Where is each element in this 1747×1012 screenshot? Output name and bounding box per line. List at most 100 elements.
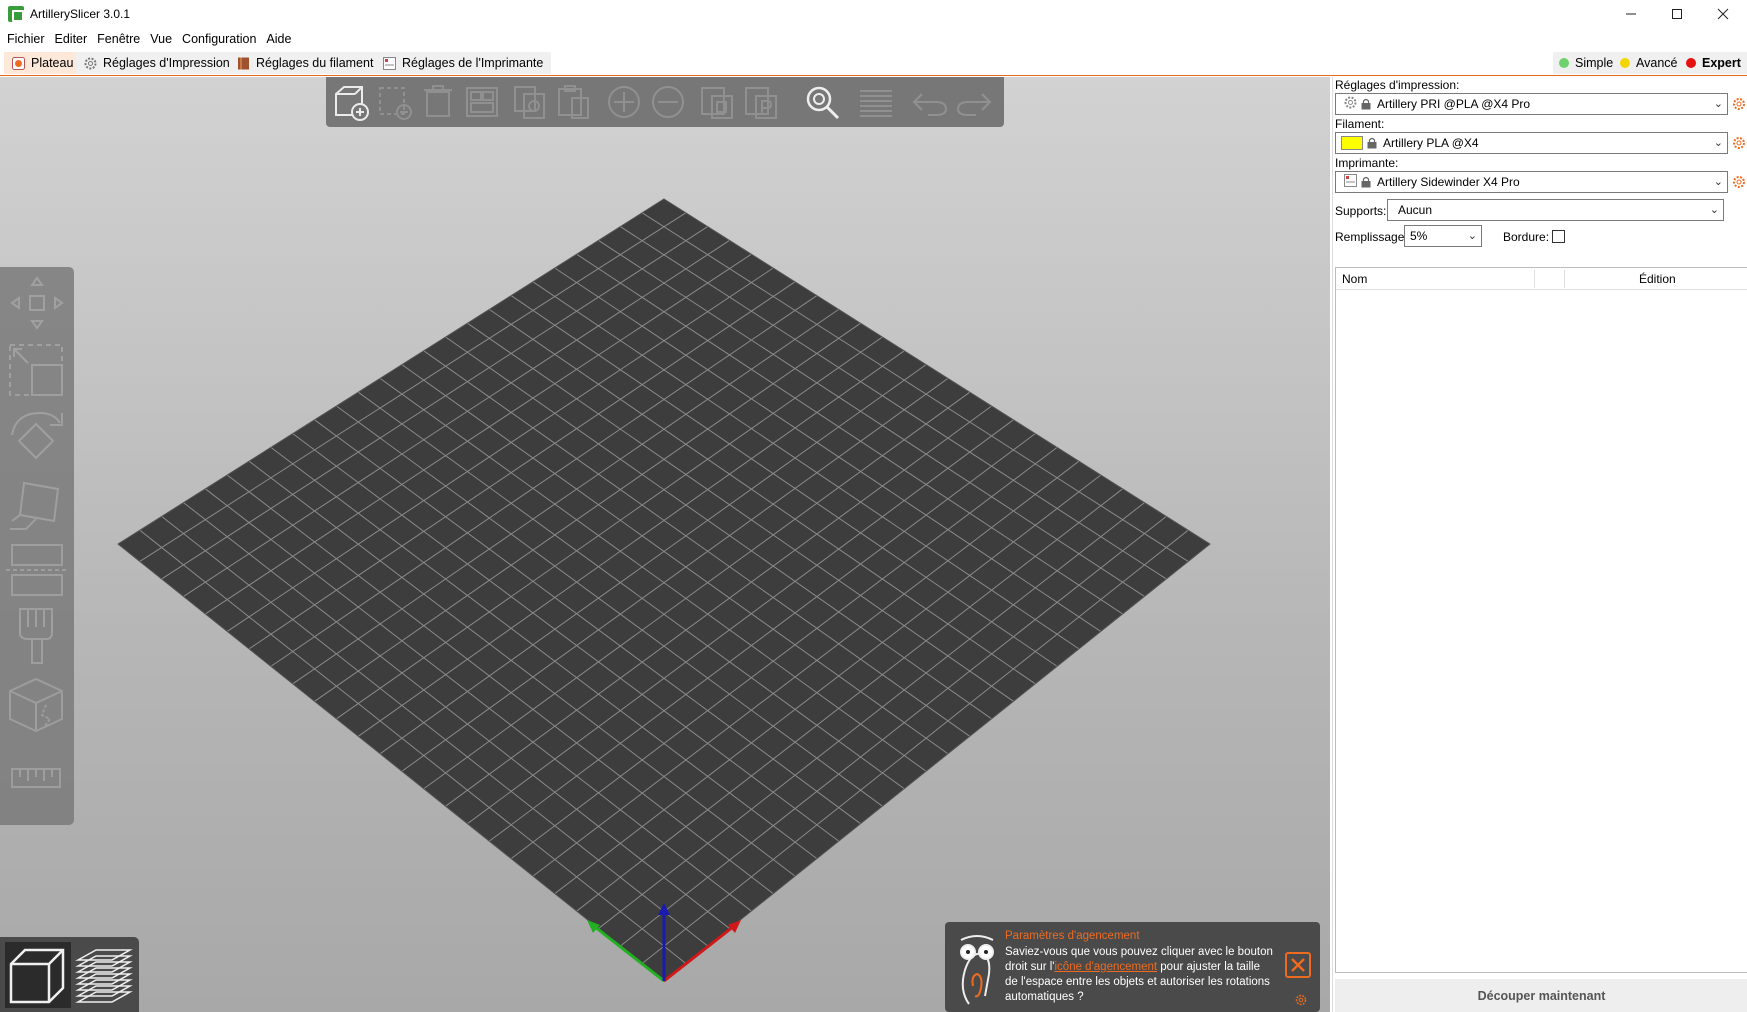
supports-value: Aucun bbox=[1398, 203, 1433, 217]
axes-gizmo bbox=[587, 903, 741, 983]
mode-simple[interactable]: Simple bbox=[1553, 52, 1620, 74]
x-axis bbox=[663, 921, 739, 983]
maximize-icon[interactable] bbox=[1654, 0, 1700, 28]
menu-edit[interactable]: Editer bbox=[50, 28, 93, 50]
notification-body: Saviez-vous que vous pouvez cliquer avec… bbox=[1005, 945, 1275, 1005]
notification-settings-gear-icon[interactable] bbox=[1295, 994, 1307, 1006]
measure-icon[interactable] bbox=[6, 747, 68, 809]
layers-editing-icon[interactable] bbox=[856, 82, 896, 122]
printer-value: Artillery Sidewinder X4 Pro bbox=[1377, 175, 1520, 189]
move-icon[interactable] bbox=[6, 272, 68, 334]
column-name[interactable]: Nom bbox=[1342, 272, 1367, 286]
lock-icon bbox=[1361, 176, 1371, 188]
search-icon[interactable] bbox=[802, 82, 842, 122]
spool-icon bbox=[237, 57, 250, 70]
arrange-icon[interactable] bbox=[462, 82, 502, 122]
remove-instance-icon[interactable] bbox=[648, 82, 688, 122]
printer-combo[interactable]: Artillery Sidewinder X4 Pro ⌄ bbox=[1335, 171, 1728, 193]
y-axis bbox=[589, 921, 665, 983]
chevron-down-icon: ⌄ bbox=[1713, 176, 1723, 188]
infill-value: 5% bbox=[1410, 229, 1428, 243]
filament-combo[interactable]: Artillery PLA @X4 ⌄ bbox=[1335, 132, 1728, 154]
chevron-down-icon: ⌄ bbox=[1467, 230, 1477, 242]
tab-plater-label: Plateau bbox=[31, 56, 74, 70]
minimize-icon[interactable] bbox=[1608, 0, 1654, 28]
object-list-header: Nom Édition bbox=[1336, 268, 1747, 290]
menu-help[interactable]: Aide bbox=[261, 28, 296, 50]
top-toolbar bbox=[326, 77, 1004, 127]
window-title: ArtillerySlicer 3.0.1 bbox=[30, 7, 131, 21]
menu-configuration[interactable]: Configuration bbox=[177, 28, 261, 50]
hint-mascot-icon bbox=[960, 935, 994, 1005]
scale-icon[interactable] bbox=[6, 339, 68, 401]
filament-edit-gear-icon[interactable] bbox=[1732, 136, 1746, 150]
tab-filament-settings[interactable]: Réglages du filament bbox=[229, 52, 382, 74]
infill-combo[interactable]: 5% ⌄ bbox=[1404, 225, 1482, 247]
copy-icon[interactable] bbox=[510, 82, 550, 122]
column-divider bbox=[1534, 270, 1535, 288]
mode-expert-label: Expert bbox=[1702, 56, 1741, 70]
chevron-down-icon: ⌄ bbox=[1709, 204, 1719, 216]
rotate-icon[interactable] bbox=[6, 407, 68, 469]
undo-icon[interactable] bbox=[910, 82, 950, 122]
seam-painting-icon[interactable] bbox=[6, 675, 68, 737]
add-instance-icon[interactable] bbox=[604, 82, 644, 122]
print-settings-edit-gear-icon[interactable] bbox=[1732, 97, 1746, 111]
printer-icon bbox=[383, 56, 396, 70]
menu-file[interactable]: Fichier bbox=[2, 28, 50, 50]
notification-close-button[interactable] bbox=[1285, 952, 1311, 978]
paint-supports-icon[interactable] bbox=[6, 605, 68, 667]
menu-window[interactable]: Fenêtre bbox=[92, 28, 145, 50]
chevron-down-icon: ⌄ bbox=[1713, 98, 1723, 110]
split-parts-icon[interactable] bbox=[742, 82, 782, 122]
print-gear-icon bbox=[1344, 96, 1357, 112]
title-bar: ArtillerySlicer 3.0.1 bbox=[0, 0, 1747, 28]
column-divider bbox=[1564, 270, 1565, 288]
close-icon bbox=[1291, 958, 1305, 972]
left-gizmo-toolbar bbox=[0, 267, 74, 825]
tab-printer-settings-label: Réglages de l'Imprimante bbox=[402, 56, 544, 70]
supports-combo[interactable]: Aucun ⌄ bbox=[1387, 199, 1724, 221]
paste-icon[interactable] bbox=[554, 82, 594, 122]
lock-icon bbox=[1367, 137, 1377, 149]
add-icon[interactable] bbox=[330, 82, 370, 122]
print-settings-value: Artillery PRI @PLA @X4 Pro bbox=[1377, 97, 1531, 111]
close-icon[interactable] bbox=[1700, 0, 1746, 28]
brim-checkbox[interactable] bbox=[1552, 230, 1565, 243]
3d-view-icon[interactable] bbox=[5, 942, 71, 1008]
infill-label: Remplissage: bbox=[1335, 230, 1408, 244]
delete-icon[interactable] bbox=[374, 82, 414, 122]
tab-print-settings[interactable]: Réglages d'Impression bbox=[76, 52, 238, 74]
tab-filament-settings-label: Réglages du filament bbox=[256, 56, 374, 70]
arrange-icon-link[interactable]: icône d'agencement bbox=[1055, 961, 1158, 973]
mode-expert[interactable]: Expert bbox=[1680, 52, 1747, 74]
menu-bar: Fichier Editer Fenêtre Vue Configuration… bbox=[0, 28, 1747, 50]
app-logo-icon bbox=[8, 6, 24, 22]
tab-plater[interactable]: Plateau bbox=[4, 52, 82, 74]
split-objects-icon[interactable] bbox=[698, 82, 738, 122]
redo-icon[interactable] bbox=[954, 82, 994, 122]
preview-layers-icon[interactable] bbox=[70, 942, 136, 1008]
column-edit[interactable]: Édition bbox=[1639, 272, 1676, 286]
printer-edit-gear-icon[interactable] bbox=[1732, 175, 1746, 189]
print-settings-combo[interactable]: Artillery PRI @PLA @X4 Pro ⌄ bbox=[1335, 93, 1728, 115]
tab-bar: Plateau Réglages d'Impression Réglages d… bbox=[0, 50, 1747, 76]
place-on-face-icon[interactable] bbox=[6, 475, 68, 537]
cut-icon[interactable] bbox=[6, 539, 68, 601]
tab-print-settings-label: Réglages d'Impression bbox=[103, 56, 230, 70]
filament-color-swatch bbox=[1341, 136, 1363, 150]
tab-printer-settings[interactable]: Réglages de l'Imprimante bbox=[375, 52, 552, 74]
delete-all-icon[interactable] bbox=[418, 82, 458, 122]
menu-view[interactable]: Vue bbox=[145, 28, 177, 50]
view-switcher bbox=[0, 937, 139, 1012]
gear-icon bbox=[84, 57, 97, 70]
mode-advanced[interactable]: Avancé bbox=[1614, 52, 1684, 74]
filament-label: Filament: bbox=[1335, 117, 1385, 131]
slice-now-button[interactable]: Découper maintenant bbox=[1335, 979, 1747, 1012]
sidebar: Réglages d'impression: Artillery PRI @PL… bbox=[1332, 77, 1747, 1012]
3d-scene[interactable]: Paramètres d'agencement Saviez-vous que … bbox=[0, 77, 1330, 1012]
object-list[interactable]: Nom Édition bbox=[1335, 267, 1747, 973]
brim-label: Bordure: bbox=[1503, 230, 1550, 244]
printer-label: Imprimante: bbox=[1335, 156, 1399, 170]
lock-icon bbox=[1361, 98, 1371, 110]
